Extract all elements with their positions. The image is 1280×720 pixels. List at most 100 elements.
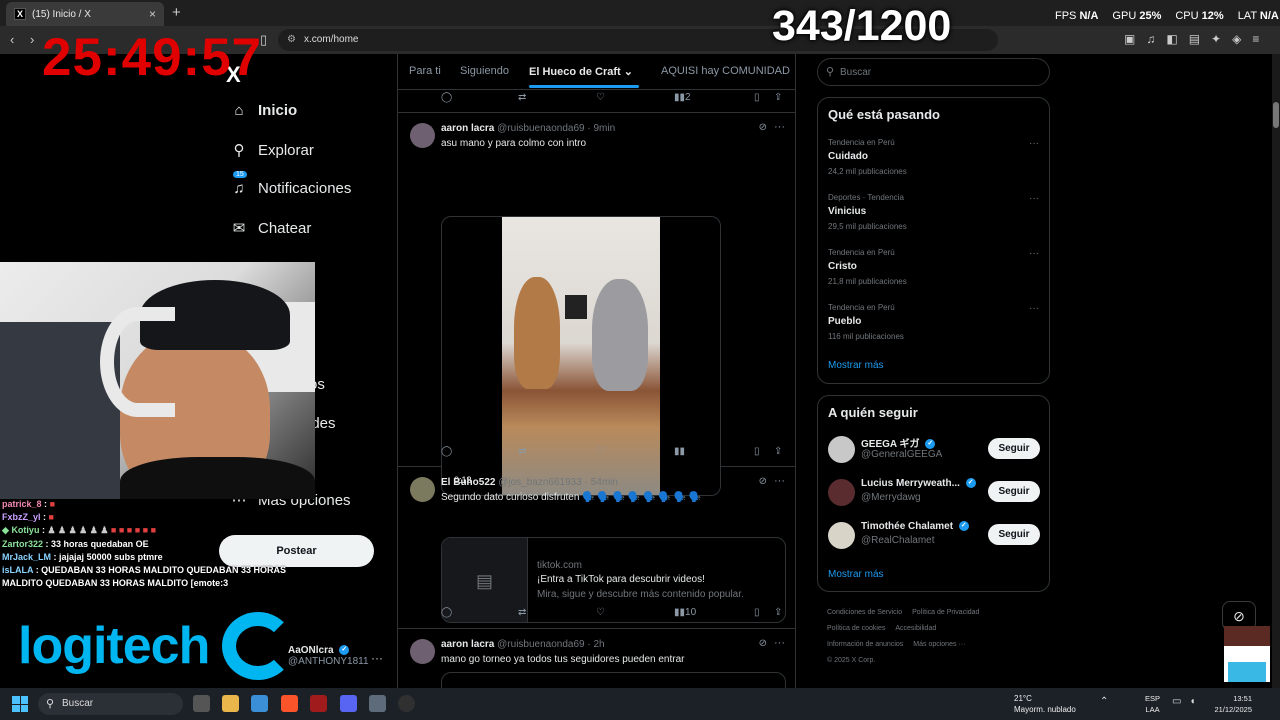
tab-para-ti[interactable]: Para ti bbox=[409, 65, 441, 77]
author-name[interactable]: aaron lacra bbox=[441, 639, 494, 650]
language-indicator[interactable]: ESP LAA bbox=[1145, 693, 1160, 715]
network-icon[interactable]: ▭ bbox=[1172, 696, 1181, 707]
nav-item-chat[interactable]: ✉ Chatear bbox=[228, 219, 312, 238]
author-handle[interactable]: @ruisbuenaonda69 bbox=[497, 123, 584, 134]
trend-item[interactable]: Tendencia en Perú Pueblo 116 mil publica… bbox=[828, 303, 1039, 341]
avatar[interactable] bbox=[410, 639, 435, 664]
tweet[interactable]: aaron lacra @ruisbuenaonda69 · 9min ⊘ ··… bbox=[398, 112, 795, 496]
wallet-icon[interactable]: ▤ bbox=[1189, 32, 1200, 46]
avatar[interactable] bbox=[828, 436, 855, 463]
more-icon[interactable]: ··· bbox=[1029, 248, 1039, 259]
forward-icon[interactable]: › bbox=[30, 32, 34, 47]
follow-button[interactable]: Seguir bbox=[988, 481, 1040, 502]
file-explorer-icon[interactable] bbox=[222, 695, 239, 712]
share-icon[interactable]: ⇪ bbox=[774, 607, 782, 618]
volume-icon[interactable]: ◖ bbox=[1189, 696, 1195, 707]
chevron-up-icon[interactable]: ⌃ bbox=[1100, 696, 1108, 707]
brave-icon[interactable] bbox=[281, 695, 298, 712]
footer-link[interactable]: Condiciones de Servicio bbox=[827, 609, 902, 616]
tab-close-icon[interactable]: × bbox=[149, 7, 156, 21]
nav-item-explore[interactable]: ⚲ Explorar bbox=[228, 141, 314, 160]
tweet-time[interactable]: · 54min bbox=[585, 477, 618, 488]
grok-icon[interactable]: ⊘ bbox=[759, 638, 767, 649]
nav-item-notifications[interactable]: ♫ 15 Notificaciones bbox=[228, 171, 351, 197]
new-tab-icon[interactable]: + bbox=[172, 4, 181, 21]
grok-icon[interactable]: ⊘ bbox=[759, 122, 767, 133]
avatar[interactable] bbox=[410, 123, 435, 148]
search-input[interactable]: ⚲ Buscar bbox=[817, 58, 1050, 86]
profile-switcher[interactable]: AaONlcra ✓ @ANTHONY1811 bbox=[288, 645, 369, 667]
trend-item[interactable]: Tendencia en Perú Cuidado 24,2 mil publi… bbox=[828, 138, 1039, 176]
footer-link[interactable]: Información de anuncios bbox=[827, 641, 903, 648]
page-scrollbar[interactable] bbox=[1272, 54, 1280, 688]
repost-icon[interactable]: ⇄ bbox=[518, 607, 526, 618]
trend-item[interactable]: Tendencia en Perú Cristo 21,8 mil public… bbox=[828, 248, 1039, 286]
tweet[interactable]: aaron lacra @ruisbuenaonda69 · 2h ⊘ ··· … bbox=[398, 629, 795, 688]
avatar[interactable] bbox=[828, 522, 855, 549]
tab-hueco-de-craft[interactable]: El Hueco de Craft ⌄ bbox=[529, 65, 633, 78]
views-icon[interactable]: ▮▮ bbox=[674, 446, 685, 457]
weather-widget[interactable]: 21°C Mayorm. nublado bbox=[1014, 693, 1076, 715]
screenshot-icon[interactable]: ▣ bbox=[1124, 32, 1135, 46]
tweet[interactable]: El Buho522 @jos_bazn661933 · 54min ⊘ ···… bbox=[398, 467, 795, 629]
more-icon[interactable]: ··· bbox=[774, 121, 785, 133]
more-icon[interactable]: ··· bbox=[1029, 138, 1039, 149]
follow-suggestion[interactable]: Lucius Merryweath... ✓ @Merrydawg Seguir bbox=[828, 477, 1040, 507]
views-icon[interactable]: ▮▮ 10 bbox=[674, 607, 696, 618]
bookmark-icon[interactable]: ▯ bbox=[754, 92, 760, 103]
footer-link[interactable]: Más opciones ··· bbox=[913, 641, 965, 648]
site-info-icon[interactable]: ⚙ bbox=[287, 34, 296, 45]
store-icon[interactable] bbox=[251, 695, 268, 712]
taskbar-search[interactable]: ⚲ Buscar bbox=[38, 693, 183, 715]
follow-button[interactable]: Seguir bbox=[988, 438, 1040, 459]
tweet-media[interactable] bbox=[441, 672, 786, 688]
follow-show-more-link[interactable]: Mostrar más bbox=[828, 569, 884, 580]
music-icon[interactable]: ♫ bbox=[1146, 32, 1155, 46]
avatar[interactable] bbox=[828, 479, 855, 506]
footer-link[interactable]: Accesibilidad bbox=[895, 625, 936, 632]
repost-icon[interactable]: ⇄ bbox=[518, 92, 526, 103]
more-icon[interactable]: ··· bbox=[774, 637, 785, 649]
ai-icon[interactable]: ✦ bbox=[1211, 32, 1221, 46]
follow-button[interactable]: Seguir bbox=[988, 524, 1040, 545]
trend-item[interactable]: Deportes · Tendencia Vinicius 29,5 mil p… bbox=[828, 193, 1039, 231]
vpn-icon[interactable]: ◈ bbox=[1232, 32, 1241, 46]
bookmark-icon[interactable]: ▯ bbox=[754, 446, 760, 457]
avatar[interactable] bbox=[410, 477, 435, 502]
profile-more-icon[interactable]: ··· bbox=[371, 651, 383, 665]
nav-item-home[interactable]: ⌂ Inicio bbox=[228, 102, 297, 119]
system-clock[interactable]: 13:51 21/12/2025 bbox=[1212, 693, 1252, 715]
share-icon[interactable]: ⇪ bbox=[774, 446, 782, 457]
footer-link[interactable]: Política de Privacidad bbox=[912, 609, 979, 616]
discord-icon[interactable] bbox=[340, 695, 357, 712]
tab-siguiendo[interactable]: Siguiendo bbox=[460, 65, 509, 77]
back-icon[interactable]: ‹ bbox=[10, 32, 14, 47]
settings-icon[interactable] bbox=[369, 695, 386, 712]
like-icon[interactable]: ♡ bbox=[596, 92, 605, 103]
grok-icon[interactable]: ⊘ bbox=[759, 476, 767, 487]
follow-suggestion[interactable]: Timothée Chalamet ✓ @RealChalamet Seguir bbox=[828, 520, 1040, 550]
like-icon[interactable]: ♡ bbox=[596, 446, 605, 457]
tweet-time[interactable]: · 2h bbox=[587, 639, 604, 650]
chevron-down-icon[interactable]: ⌄ bbox=[624, 66, 633, 78]
author-handle[interactable]: @jos_bazn661933 bbox=[498, 477, 582, 488]
browser-tab[interactable]: X (15) Inicio / X × bbox=[6, 2, 164, 26]
author-name[interactable]: El Buho522 bbox=[441, 477, 495, 488]
share-icon[interactable]: ⇪ bbox=[774, 92, 782, 103]
sidebar-icon[interactable]: ◧ bbox=[1166, 32, 1177, 46]
more-icon[interactable]: ··· bbox=[774, 475, 785, 487]
follow-suggestion[interactable]: GEEGA ギガ ✓ @GeneralGEEGA Seguir bbox=[828, 434, 1040, 464]
author-name[interactable]: aaron lacra bbox=[441, 123, 494, 134]
repost-icon[interactable]: ⇄ bbox=[518, 446, 526, 457]
views-icon[interactable]: ▮▮ 2 bbox=[674, 92, 691, 103]
bookmark-icon[interactable]: ▯ bbox=[754, 607, 760, 618]
reply-icon[interactable]: ◯ bbox=[441, 446, 452, 457]
trends-show-more-link[interactable]: Mostrar más bbox=[828, 360, 884, 371]
more-icon[interactable]: ··· bbox=[1029, 303, 1039, 314]
footer-link[interactable]: Política de cookies bbox=[827, 625, 885, 632]
tab-comunidad[interactable]: AQUISI hay COMUNIDAD bbox=[661, 65, 790, 77]
reply-icon[interactable]: ◯ bbox=[441, 607, 452, 618]
more-icon[interactable]: ··· bbox=[1029, 193, 1039, 204]
stream-app-icon[interactable] bbox=[310, 695, 327, 712]
menu-icon[interactable]: ≡ bbox=[1252, 32, 1259, 46]
